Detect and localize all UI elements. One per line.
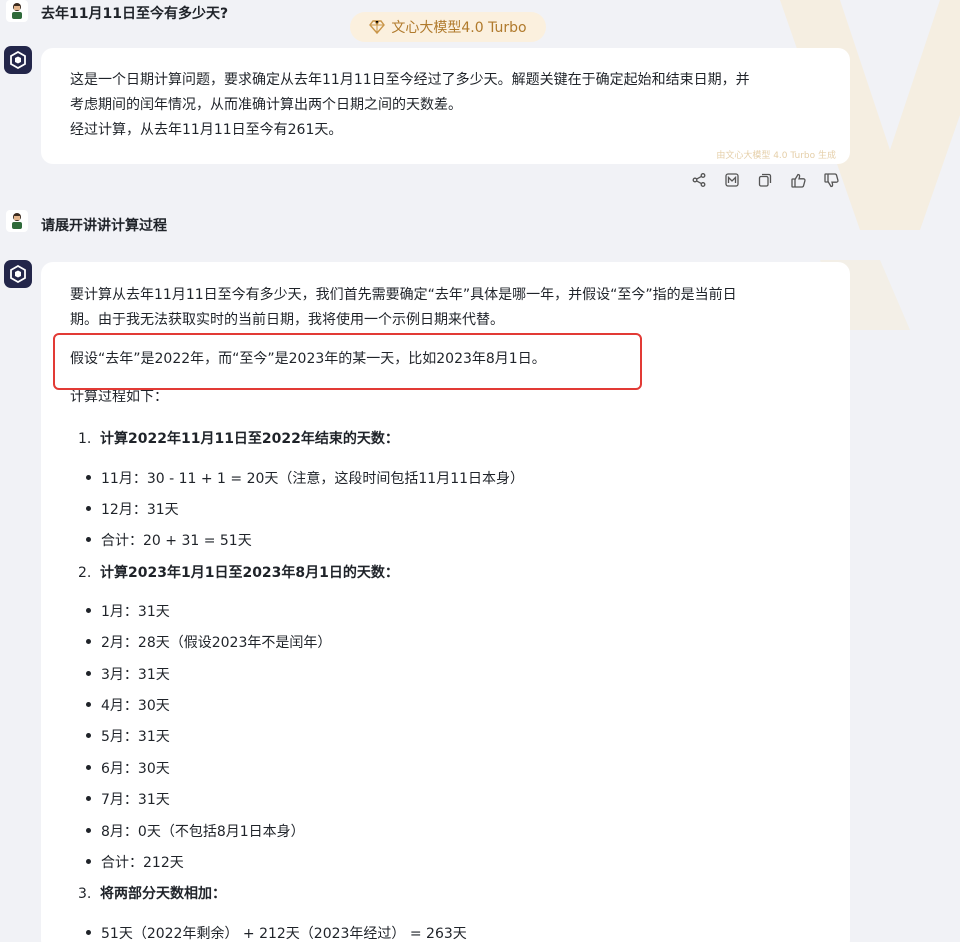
step-heading: 1. 计算2022年11月11日至2022年结束的天数： [78,428,399,448]
step-number: 2. [78,565,92,581]
answer-card-1: 这是一个日期计算问题，要求确定从去年11月11日至今经过了多少天。解题关键在于确… [41,48,850,164]
thumbs-up-icon[interactable] [789,171,807,189]
user-avatar [6,210,28,232]
list-item: 6月：30天 [86,758,170,778]
answer-actions [690,171,840,189]
list-item: 4月：30天 [86,695,170,715]
step-title: 计算2022年11月11日至2022年结束的天数： [100,431,399,447]
list-item: 3月：31天 [86,664,170,684]
share-icon[interactable] [690,171,708,189]
list-item: 12月：31天 [86,499,179,519]
list-item: 1月：31天 [86,601,170,621]
list-item: 8月：0天（不包括8月1日本身） [86,821,305,841]
step-title: 将两部分天数相加： [100,886,226,902]
list-item: 11月：30 - 11 + 1 = 20天（注意，这段时间包括11月11日本身） [85,468,524,488]
model-badge[interactable]: 文心大模型4.0 Turbo [350,12,546,42]
model-badge-label: 文心大模型4.0 Turbo [391,20,527,36]
bot-avatar [4,46,32,74]
list-item: 合计：212天 [86,852,184,872]
list-item: 5月：31天 [86,726,170,746]
user-question: 去年11月11日至今有多少天? [41,6,229,22]
answer-line: 期。由于我无法获取实时的当前日期，我将使用一个示例日期来代替。 [70,312,504,328]
answer-line: 考虑期间的闰年情况，从而准确计算出两个日期之间的天数差。 [70,97,462,113]
list-item: 7月：31天 [86,789,170,809]
highlight-box [53,333,642,390]
diamond-icon [369,20,386,35]
report-icon[interactable] [723,171,741,189]
user-avatar [6,0,28,22]
copy-icon[interactable] [756,171,774,189]
thumbs-down-icon[interactable] [822,171,840,189]
step-number: 3. [78,886,92,902]
list-item: 51天（2022年剩余） + 212天（2023年经过） = 263天 [86,923,467,942]
list-item: 2月：28天（假设2023年不是闰年） [85,632,331,652]
step-number: 1. [78,431,92,447]
user-question: 请展开讲讲计算过程 [41,218,167,234]
step-heading: 3. 将两部分天数相加： [78,883,226,903]
step-title: 计算2023年1月1日至2023年8月1日的天数： [100,565,399,581]
answer-line: 经过计算，从去年11月11日至今有261天。 [70,122,343,138]
list-item: 合计：20 + 31 = 51天 [86,530,252,550]
generated-by-note: 由文心大模型 4.0 Turbo 生成 [716,151,836,161]
step-heading: 2. 计算2023年1月1日至2023年8月1日的天数： [78,562,399,582]
answer-line: 要计算从去年11月11日至今有多少天，我们首先需要确定“去年”具体是哪一年，并假… [70,287,737,303]
answer-line: 这是一个日期计算问题，要求确定从去年11月11日至今经过了多少天。解题关键在于确… [70,72,750,88]
bot-avatar [4,260,32,288]
